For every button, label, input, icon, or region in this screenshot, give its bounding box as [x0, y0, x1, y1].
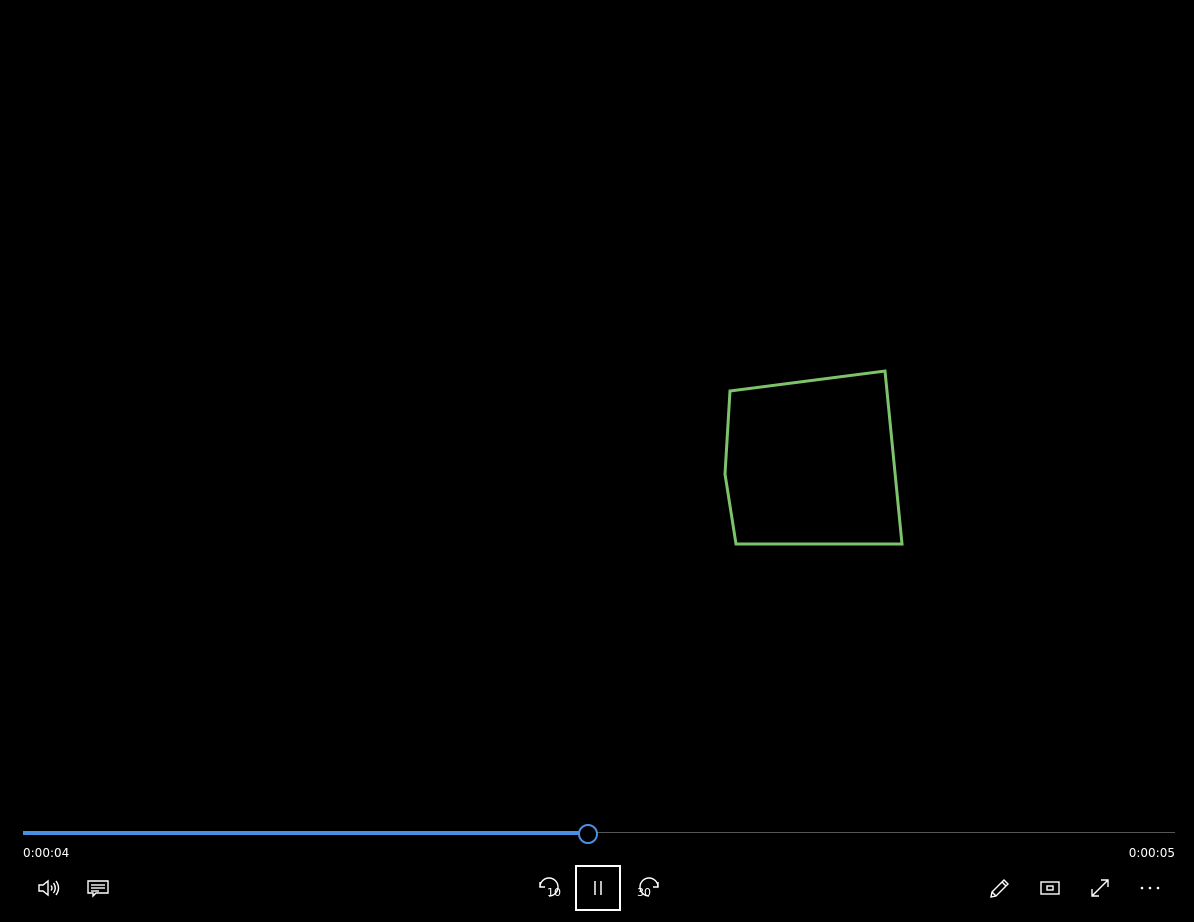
seek-progress: [23, 831, 588, 835]
more-options-button[interactable]: [1127, 865, 1173, 911]
green-quadrilateral-shape: [723, 369, 904, 546]
volume-icon: [36, 876, 60, 900]
skip-back-label: 10: [547, 886, 561, 899]
pencil-icon: [988, 876, 1012, 900]
video-frame[interactable]: [0, 0, 1194, 810]
mini-view-icon: [1038, 876, 1062, 900]
total-time: 0:00:05: [1128, 846, 1175, 860]
fullscreen-button[interactable]: [1077, 865, 1123, 911]
elapsed-time: 0:00:04: [23, 846, 70, 860]
video-content: [723, 369, 904, 546]
media-player: 0:00:04 0:00:05 10 30: [0, 0, 1194, 922]
pause-icon: [590, 879, 606, 897]
skip-back-icon: 10: [536, 875, 562, 901]
skip-forward-label: 30: [637, 886, 651, 899]
pause-button[interactable]: [575, 865, 621, 911]
edit-button[interactable]: [977, 865, 1023, 911]
captions-icon: [86, 876, 110, 900]
fullscreen-icon: [1088, 876, 1112, 900]
seek-bar[interactable]: [23, 823, 1175, 844]
more-options-icon: [1138, 876, 1162, 900]
skip-back-button[interactable]: 10: [526, 865, 572, 911]
seek-thumb[interactable]: [578, 824, 599, 844]
skip-forward-icon: 30: [636, 875, 662, 901]
captions-button[interactable]: [75, 865, 121, 911]
mini-view-button[interactable]: [1027, 865, 1073, 911]
volume-button[interactable]: [25, 865, 71, 911]
skip-forward-button[interactable]: 30: [626, 865, 672, 911]
